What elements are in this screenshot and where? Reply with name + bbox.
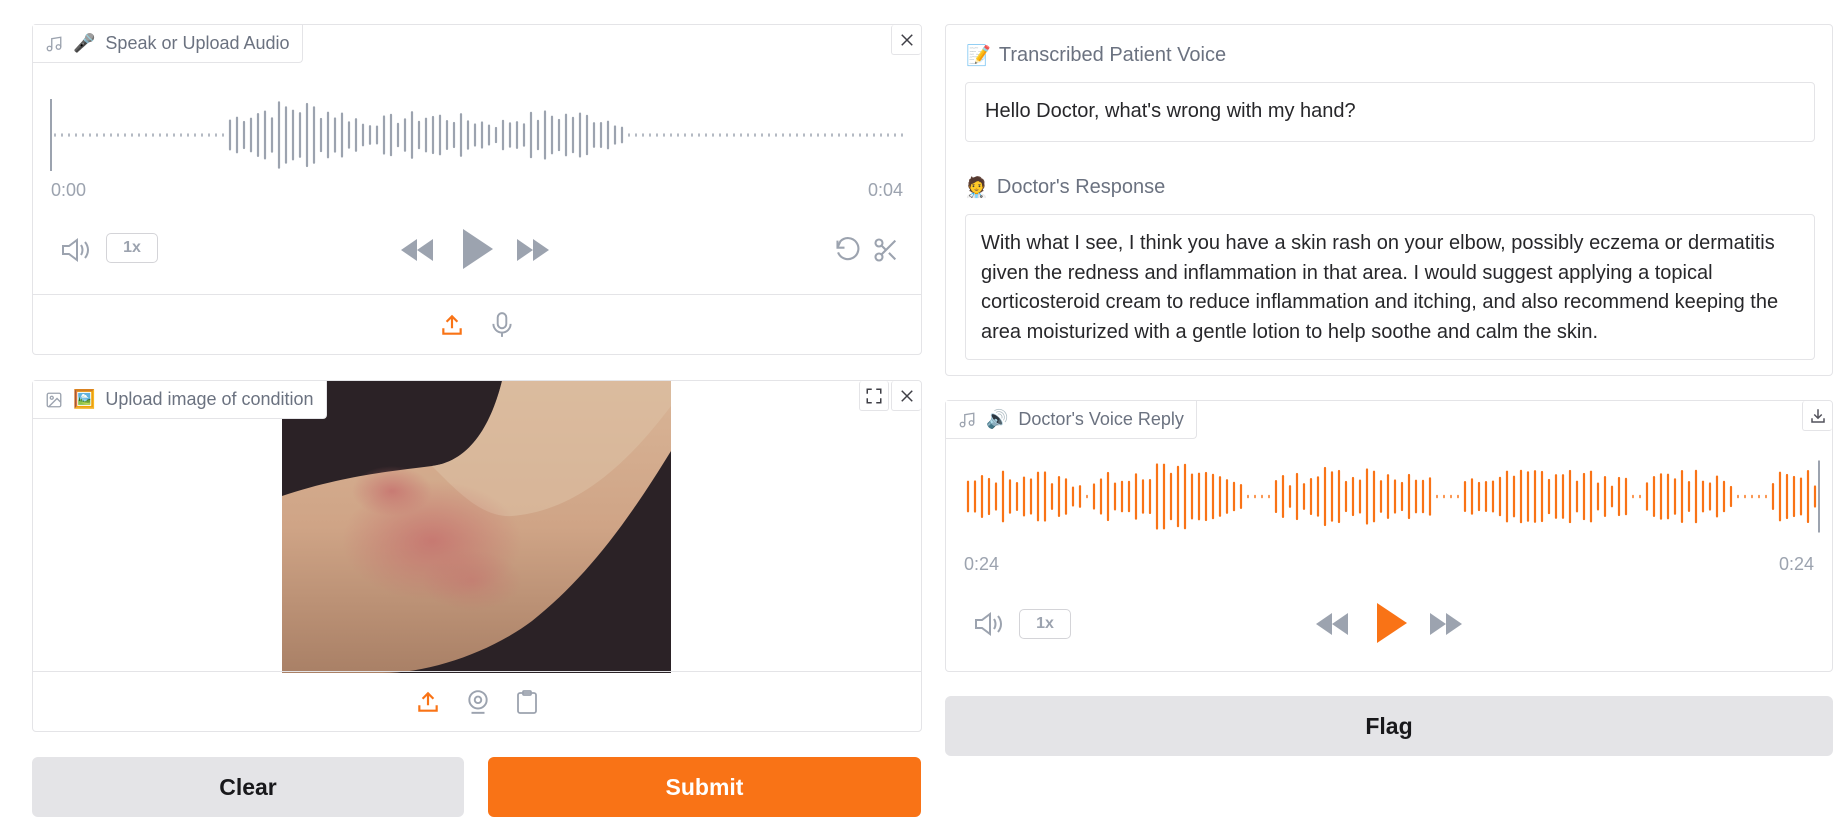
fast-forward-icon: [1430, 613, 1462, 635]
upload-icon[interactable]: [415, 689, 441, 715]
rewind-icon: [401, 239, 433, 261]
submit-button[interactable]: Submit: [488, 757, 921, 817]
download-button[interactable]: [1802, 401, 1832, 431]
flag-button[interactable]: Flag: [945, 696, 1833, 756]
playback-rate-button[interactable]: 1x: [106, 233, 158, 263]
trim-audio-button[interactable]: [871, 235, 901, 265]
audio-input-panel: 🎤 Speak or Upload Audio 0:00 0:04 1x: [32, 24, 922, 355]
clear-audio-button[interactable]: [891, 25, 921, 55]
play-button[interactable]: [458, 225, 498, 273]
memo-emoji: 📝: [966, 45, 991, 67]
transcription-label-row: 📝 Transcribed Patient Voice: [966, 43, 1226, 68]
skip-forward-button[interactable]: [1428, 609, 1464, 639]
image-input-label-tag: 🖼️ Upload image of condition: [33, 381, 327, 419]
picture-emoji: 🖼️: [73, 389, 96, 409]
transcription-label: Transcribed Patient Voice: [998, 44, 1227, 66]
volume-button[interactable]: [59, 233, 93, 267]
clear-button[interactable]: Clear: [32, 757, 464, 817]
response-textbox[interactable]: With what I see, I think you have a skin…: [965, 214, 1815, 360]
close-icon: [900, 389, 913, 402]
voice-reply-label: Doctor's Voice Reply: [1018, 409, 1184, 429]
fullscreen-icon: [866, 388, 882, 403]
text-outputs-panel: 📝 Transcribed Patient Voice Hello Doctor…: [945, 24, 1833, 376]
image-input-label: Upload image of condition: [105, 389, 314, 409]
image-input-panel: 🖼️ Upload image of condition: [32, 380, 922, 732]
audio-input-waveform[interactable]: [49, 80, 909, 190]
speaker-emoji: 🔊: [986, 409, 1009, 429]
webcam-icon[interactable]: [465, 689, 491, 715]
clear-image-button[interactable]: [891, 381, 921, 411]
skip-backward-button[interactable]: [1314, 609, 1350, 639]
image-source-bar: [33, 671, 921, 731]
audio-input-time-start: 0:00: [51, 180, 87, 200]
voice-reply-label-tag: 🔊 Doctor's Voice Reply: [946, 401, 1197, 439]
play-icon: [463, 229, 493, 269]
music-note-icon: [959, 411, 975, 427]
volume-icon: [975, 612, 1002, 636]
transcription-textbox[interactable]: Hello Doctor, what's wrong with my hand?: [965, 82, 1815, 142]
music-note-icon: [46, 35, 62, 51]
voice-reply-time-start: 0:24: [964, 554, 1000, 574]
close-icon: [900, 33, 913, 46]
play-button[interactable]: [1372, 599, 1412, 647]
response-label-row: 🧑‍⚕️ Doctor's Response: [964, 175, 1165, 200]
scissors-icon: [874, 238, 897, 262]
audio-source-bar: [33, 294, 921, 354]
play-icon: [1377, 603, 1407, 643]
undo-icon: [836, 237, 860, 261]
doctor-emoji: 🧑‍⚕️: [964, 177, 989, 199]
voice-reply-time-end: 0:24: [1778, 554, 1814, 574]
audio-input-label-tag: 🎤 Speak or Upload Audio: [33, 25, 303, 63]
reset-audio-button[interactable]: [833, 235, 863, 265]
fullscreen-button[interactable]: [859, 381, 889, 411]
condition-image: [282, 381, 671, 673]
upload-icon[interactable]: [439, 312, 465, 338]
voice-reply-panel: 🔊 Doctor's Voice Reply 0:24 0:24 1x: [945, 400, 1833, 672]
microphone-emoji: 🎤: [73, 33, 96, 53]
skip-backward-button[interactable]: [399, 235, 435, 265]
rewind-icon: [1316, 613, 1348, 635]
fast-forward-icon: [517, 239, 549, 261]
elbow-photo: [282, 381, 671, 673]
clipboard-icon[interactable]: [515, 689, 539, 715]
voice-reply-waveform[interactable]: [962, 449, 1822, 544]
volume-icon: [62, 238, 89, 262]
skip-forward-button[interactable]: [515, 235, 551, 265]
audio-input-time-end: 0:04: [867, 180, 903, 200]
response-label: Doctor's Response: [996, 176, 1166, 198]
audio-input-label: Speak or Upload Audio: [105, 33, 290, 53]
volume-button[interactable]: [972, 607, 1006, 641]
playback-rate-button[interactable]: 1x: [1019, 609, 1071, 639]
download-icon: [1810, 408, 1825, 423]
image-icon: [46, 392, 62, 407]
microphone-icon[interactable]: [489, 311, 515, 339]
